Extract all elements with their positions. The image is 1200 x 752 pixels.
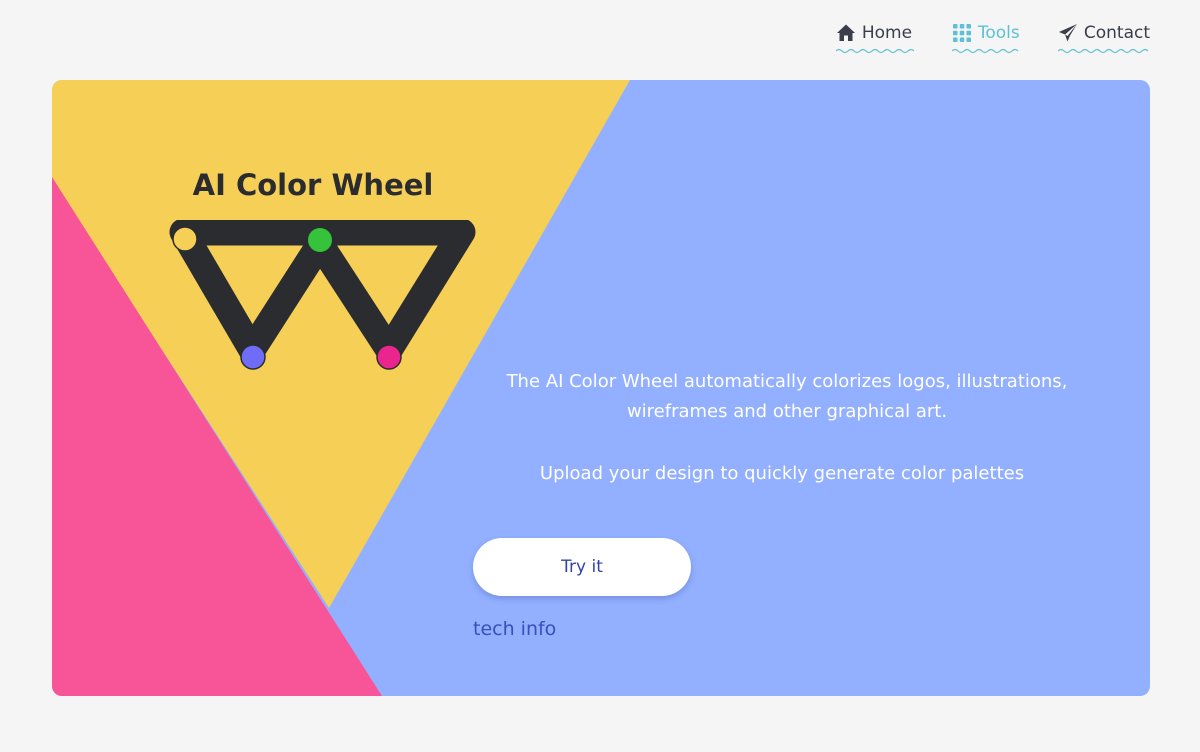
hero-description-block: The AI Color Wheel automatically coloriz… — [482, 367, 1082, 489]
nav-home-label: Home — [861, 23, 913, 43]
nav-underline — [835, 48, 914, 54]
try-it-button[interactable]: Try it — [473, 538, 691, 596]
hero-description: The AI Color Wheel automatically coloriz… — [506, 371, 1068, 422]
nav-home[interactable]: Home — [835, 20, 914, 54]
hero-cta-text: Upload your design to quickly generate c… — [539, 463, 1025, 484]
tech-info-link[interactable]: tech info — [473, 618, 556, 640]
top-nav: Home Tools Contact — [835, 20, 1150, 54]
nav-tools[interactable]: Tools — [951, 20, 1020, 54]
hero-card: AI Color Wheel The AI Color Wheel automa… — [52, 80, 1150, 696]
paper-plane-icon — [1058, 23, 1078, 43]
nav-tools-label: Tools — [977, 23, 1020, 43]
nav-contact-label: Contact — [1083, 23, 1150, 43]
logo-dot-green — [308, 228, 332, 252]
app-title: AI Color Wheel — [192, 168, 434, 202]
logo-dot-magenta — [376, 344, 402, 370]
nav-underline — [1057, 48, 1149, 54]
color-wheel-logo — [169, 220, 476, 370]
logo-dot-purple — [240, 344, 266, 370]
nav-underline — [951, 48, 1019, 54]
logo-dot-yellow — [172, 226, 198, 252]
home-icon — [836, 23, 856, 43]
grid-icon — [952, 23, 972, 43]
nav-contact[interactable]: Contact — [1057, 20, 1150, 54]
